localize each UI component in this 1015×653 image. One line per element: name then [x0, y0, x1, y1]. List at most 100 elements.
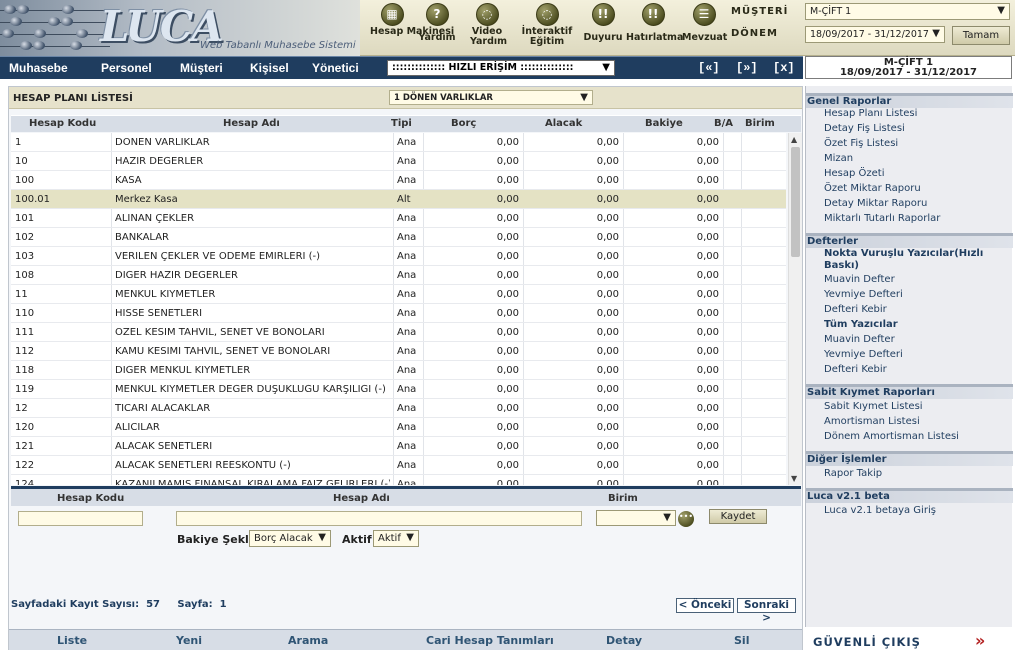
- sidebar-link[interactable]: Hesap Planı Listesi: [824, 108, 917, 119]
- column-header-name[interactable]: Hesap Adı: [223, 118, 280, 129]
- cell-type: Ana: [397, 156, 417, 167]
- sidebar-link[interactable]: Muavin Defter: [824, 334, 895, 345]
- logout-link[interactable]: GÜVENLİ ÇIKIŞ: [813, 635, 921, 649]
- interactive-training-button[interactable]: ◌ İnteraktif Eğitim: [518, 3, 576, 47]
- sidebar-link[interactable]: Tüm Yazıcılar: [824, 319, 1004, 331]
- new-button[interactable]: Yeni: [176, 634, 202, 647]
- table-row[interactable]: 121 ALACAK SENETLERİ Ana 0,00 0,00 0,00: [11, 437, 786, 456]
- table-row[interactable]: 118 DİĞER MENKUL KIYMETLER Ana 0,00 0,00 0,00: [11, 361, 786, 380]
- column-header-balance[interactable]: Bakiye: [645, 118, 683, 129]
- table-row[interactable]: 101 ALINAN ÇEKLER Ana 0,00 0,00 0,00: [11, 209, 786, 228]
- sidebar-link[interactable]: Hesap Özeti: [824, 168, 885, 179]
- active-select[interactable]: Aktif ▼: [373, 530, 419, 547]
- nav-item-kisisel[interactable]: Kişisel: [250, 61, 289, 75]
- scroll-up-icon[interactable]: ▲: [791, 135, 797, 144]
- grid-scrollbar[interactable]: ▲ ▼: [788, 133, 802, 485]
- sidebar-link[interactable]: Detay Miktar Raporu: [824, 198, 927, 209]
- help-icon: ?: [425, 3, 449, 26]
- sidebar-link[interactable]: Rapor Takip: [824, 468, 882, 479]
- period-select[interactable]: 18/09/2017 - 31/12/2017 ▼: [805, 26, 945, 43]
- sidebar-link[interactable]: Dönem Amortisman Listesi: [824, 431, 959, 442]
- table-row[interactable]: 103 VERİLEN ÇEKLER VE ÖDEME EMİRLERİ (-) A…: [11, 247, 786, 266]
- sidebar-link[interactable]: Miktarlı Tutarlı Raporlar: [824, 213, 940, 224]
- sidebar-link[interactable]: Sabit Kıymet Listesi: [824, 401, 923, 412]
- sidebar-link[interactable]: Özet Fiş Listesi: [824, 138, 898, 149]
- table-row[interactable]: 122 ALACAK SENETLERİ REESKONTU (-) Ana 0,00…: [11, 456, 786, 475]
- cell-name: VERİLEN ÇEKLER VE ÖDEME EMİRLERİ (-): [115, 251, 321, 262]
- column-header-ba[interactable]: B/A: [714, 118, 733, 129]
- nav-back-button[interactable]: [«]: [698, 61, 720, 75]
- nav-item-muhasebe[interactable]: Muhasebe: [9, 61, 68, 75]
- nav-close-button[interactable]: [x]: [773, 61, 795, 75]
- sidebar-link[interactable]: Defteri Kebir: [824, 304, 887, 315]
- detail-button[interactable]: Detay: [606, 634, 642, 647]
- help-button[interactable]: ? Yardım: [418, 3, 456, 43]
- table-row[interactable]: 10 HAZIR DEĞERLER Ana 0,00 0,00 0,00: [11, 152, 786, 171]
- sidebar-link[interactable]: Yevmiye Defteri: [824, 289, 903, 300]
- column-header-code[interactable]: Hesap Kodu: [29, 118, 96, 129]
- nav-item-yonetici[interactable]: Yönetici: [312, 61, 359, 75]
- sidebar-link[interactable]: Özet Miktar Raporu: [824, 183, 921, 194]
- exit-bar: GÜVENLİ ÇIKIŞ »: [805, 630, 1012, 652]
- sidebar-link[interactable]: Mizan: [824, 153, 853, 164]
- sidebar-link[interactable]: Nokta Vuruşlu Yazıcılar(Hızlı Baskı): [824, 248, 1004, 272]
- legislation-button[interactable]: ☰ Mevzuat: [682, 3, 727, 43]
- sidebar-link[interactable]: Detay Fiş Listesi: [824, 123, 905, 134]
- ok-button[interactable]: Tamam: [952, 26, 1010, 45]
- sidebar-link[interactable]: Defteri Kebir: [824, 364, 887, 375]
- quick-access-select[interactable]: :::::::::::::: HIZLI ERİŞİM ::::::::::::…: [387, 60, 615, 76]
- calculator-button[interactable]: ▦ Hesap Makinesi: [370, 3, 454, 37]
- table-row[interactable]: 120 ALICILAR Ana 0,00 0,00 0,00: [11, 418, 786, 437]
- nav-forward-button[interactable]: [»]: [736, 61, 758, 75]
- table-row[interactable]: 100 KASA Ana 0,00 0,00 0,00: [11, 171, 786, 190]
- table-row[interactable]: 11 MENKUL KIYMETLER Ana 0,00 0,00 0,00: [11, 285, 786, 304]
- cell-balance: 0,00: [696, 441, 719, 452]
- sidebar-link[interactable]: Yevmiye Defteri: [824, 349, 903, 360]
- cell-debit: 0,00: [496, 251, 519, 262]
- next-page-button[interactable]: Sonraki >: [737, 598, 796, 624]
- account-name-input[interactable]: [176, 511, 582, 526]
- sidebar-link[interactable]: Amortisman Listesi: [824, 416, 920, 427]
- nav-item-personel[interactable]: Personel: [101, 61, 152, 75]
- column-header-credit[interactable]: Alacak: [545, 118, 582, 129]
- account-group-select[interactable]: 1 DÖNEN VARLIKLAR ▼: [389, 90, 593, 105]
- sidebar-link[interactable]: Luca v2.1 betaya Giriş: [824, 505, 936, 516]
- reminder-button[interactable]: !! Hatırlatma: [626, 3, 683, 43]
- table-row[interactable]: 111 ÖZEL KESİM TAHVİL, SENET VE BONOLARI A…: [11, 323, 786, 342]
- column-header-debit[interactable]: Borç: [451, 118, 476, 129]
- scroll-down-icon[interactable]: ▼: [791, 474, 797, 483]
- delete-button[interactable]: Sil: [734, 634, 749, 647]
- search-button[interactable]: Arama: [288, 634, 328, 647]
- list-button[interactable]: Liste: [57, 634, 87, 647]
- balance-type-select[interactable]: Borç Alacak ▼: [249, 530, 331, 547]
- account-grid: 1 DÖNEN VARLIKLAR Ana 0,00 0,00 0,00 10 HAZIR D…: [11, 133, 786, 485]
- table-row[interactable]: 112 KAMU KESİMİ TAHVİL, SENET VE BONOLARI…: [11, 342, 786, 361]
- column-header-type[interactable]: Tipi: [391, 118, 412, 129]
- account-code-input[interactable]: [18, 511, 143, 526]
- table-row[interactable]: 102 BANKALAR Ana 0,00 0,00 0,00: [11, 228, 786, 247]
- table-row[interactable]: 108 DİĞER HAZIR DEĞERLER Ana 0,00 0,00 0,00: [11, 266, 786, 285]
- save-button[interactable]: Kaydet: [709, 509, 767, 524]
- table-row[interactable]: 100.01 Merkez Kasa Alt 0,00 0,00 0,00: [11, 190, 786, 209]
- table-row[interactable]: 124 KAZANILMAMIŞ FİNANSAL KİRALAMA FAİZ G…: [11, 475, 786, 485]
- table-row[interactable]: 1 DÖNEN VARLIKLAR Ana 0,00 0,00 0,00: [11, 133, 786, 152]
- cell-name: ÖZEL KESİM TAHVİL, SENET VE BONOLARI: [115, 327, 325, 338]
- table-row[interactable]: 12 TİCARİ ALACAKLAR Ana 0,00 0,00 0,00: [11, 399, 786, 418]
- scroll-thumb[interactable]: [791, 147, 800, 257]
- account-definitions-button[interactable]: Cari Hesap Tanımları: [426, 634, 554, 647]
- calculator-icon: ▦: [380, 3, 404, 26]
- cell-type: Ana: [397, 289, 417, 300]
- column-header-unit[interactable]: Birim: [745, 118, 775, 129]
- nav-item-musteri[interactable]: Müşteri: [180, 61, 223, 75]
- unit-select[interactable]: ▼: [596, 510, 676, 526]
- sidebar-link[interactable]: Muavin Defter: [824, 274, 895, 285]
- announcement-button[interactable]: !! Duyuru: [583, 3, 623, 43]
- table-row[interactable]: 119 MENKUL KIYMETLER DEĞER DÜŞÜKLÜĞÜ KARŞ…: [11, 380, 786, 399]
- video-help-button[interactable]: ◌ Video Yardım: [463, 3, 511, 47]
- table-row[interactable]: 110 HİSSE SENETLERİ Ana 0,00 0,00 0,00: [11, 304, 786, 323]
- previous-page-button[interactable]: < Önceki: [676, 598, 734, 613]
- double-chevron-right-icon[interactable]: »: [975, 631, 985, 650]
- customer-select[interactable]: M-ÇİFT 1 ▼: [805, 3, 1010, 20]
- logo-subtitle: Web Tabanlı Muhasebe Sistemi: [200, 40, 356, 51]
- unit-lookup-button[interactable]: •••: [678, 511, 694, 527]
